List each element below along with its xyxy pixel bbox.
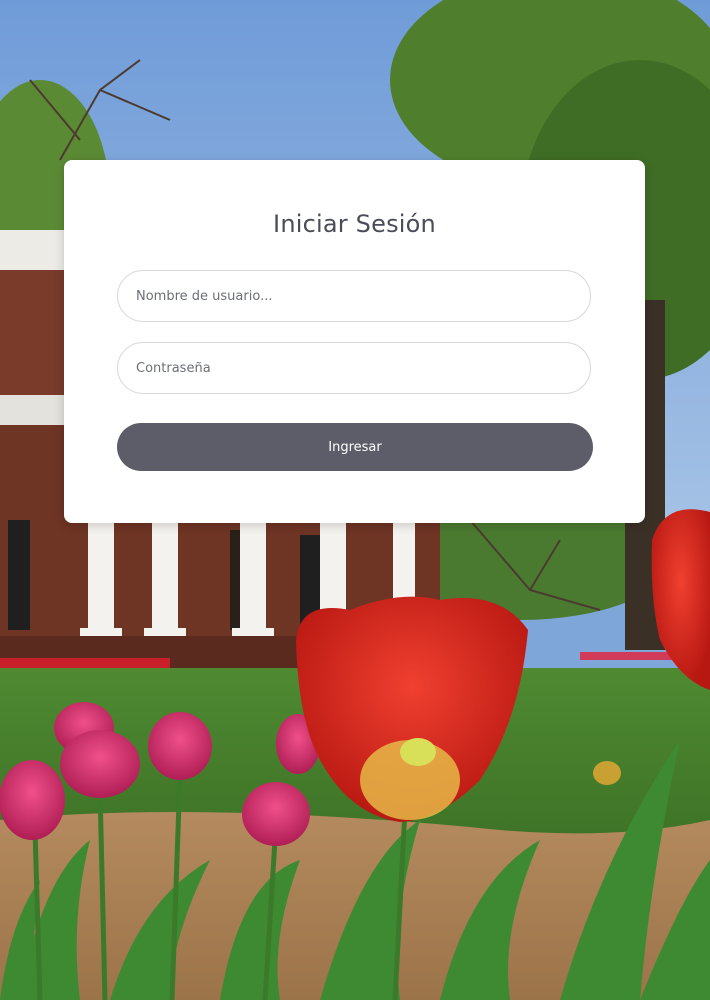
password-input[interactable] xyxy=(117,342,591,394)
login-page: Iniciar Sesión Ingresar xyxy=(0,0,710,1000)
login-button[interactable]: Ingresar xyxy=(117,423,593,471)
login-card: Iniciar Sesión Ingresar xyxy=(64,160,645,523)
username-input[interactable] xyxy=(117,270,591,322)
login-title: Iniciar Sesión xyxy=(273,210,436,238)
